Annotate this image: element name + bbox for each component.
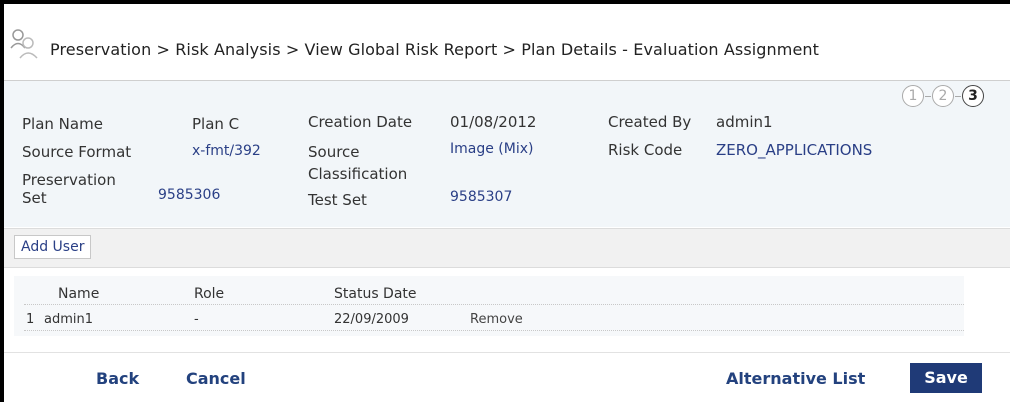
plan-name-value: Plan C bbox=[192, 115, 240, 133]
column-header-name[interactable]: Name bbox=[58, 286, 99, 302]
step-2[interactable]: 2 bbox=[932, 85, 954, 107]
risk-code-link[interactable]: ZERO_APPLICATIONS bbox=[716, 141, 872, 159]
plan-details-panel: 1 2 3 Plan Name Plan C Creation Date 01/… bbox=[4, 81, 1010, 227]
test-set-link[interactable]: 9585307 bbox=[450, 189, 512, 205]
remove-user-link[interactable]: Remove bbox=[470, 312, 523, 327]
created-by-value: admin1 bbox=[716, 113, 773, 131]
step-separator bbox=[925, 96, 931, 97]
back-link[interactable]: Back bbox=[96, 369, 139, 388]
add-user-button[interactable]: Add User bbox=[14, 235, 92, 259]
plan-name-label: Plan Name bbox=[22, 115, 103, 133]
status-date-cell: 22/09/2009 bbox=[334, 312, 409, 327]
preservation-set-link[interactable]: 9585306 bbox=[158, 187, 220, 203]
source-format-link[interactable]: x-fmt/392 bbox=[192, 143, 261, 159]
users-table: Name Role Status Date 1 admin1 - 22/09/2… bbox=[4, 272, 1010, 348]
role-cell: - bbox=[194, 312, 199, 327]
alternative-list-link[interactable]: Alternative List bbox=[726, 369, 865, 388]
save-button[interactable]: Save bbox=[910, 363, 982, 393]
source-classification-label-line1: Source bbox=[308, 143, 360, 161]
breadcrumb: Preservation > Risk Analysis > View Glob… bbox=[50, 40, 820, 59]
row-index: 1 bbox=[26, 312, 35, 327]
row-divider bbox=[24, 304, 964, 305]
users-icon bbox=[10, 29, 38, 59]
preservation-set-label-line2: Set bbox=[22, 189, 47, 207]
column-header-role[interactable]: Role bbox=[194, 286, 224, 302]
column-header-status-date[interactable]: Status Date bbox=[334, 286, 417, 302]
cancel-link[interactable]: Cancel bbox=[186, 369, 246, 388]
step-1[interactable]: 1 bbox=[902, 85, 924, 107]
source-format-label: Source Format bbox=[22, 143, 132, 161]
step-3[interactable]: 3 bbox=[962, 85, 984, 107]
created-by-label: Created By bbox=[608, 113, 692, 131]
breadcrumb-bar: Preservation > Risk Analysis > View Glob… bbox=[4, 4, 1010, 81]
user-name-cell: admin1 bbox=[44, 312, 94, 327]
source-classification-link[interactable]: Image (Mix) bbox=[450, 141, 533, 157]
row-divider bbox=[24, 330, 964, 331]
table-background bbox=[14, 276, 964, 336]
test-set-label: Test Set bbox=[308, 191, 367, 209]
step-separator bbox=[955, 96, 961, 97]
footer-actions: Back Cancel Alternative List Save bbox=[4, 352, 1010, 403]
user-toolbar: Add User bbox=[4, 228, 1010, 268]
creation-date-label: Creation Date bbox=[308, 113, 413, 131]
preservation-set-label-line1: Preservation bbox=[22, 171, 116, 189]
creation-date-value: 01/08/2012 bbox=[450, 113, 537, 131]
risk-code-label: Risk Code bbox=[608, 141, 683, 159]
source-classification-label-line2: Classification bbox=[308, 165, 408, 183]
